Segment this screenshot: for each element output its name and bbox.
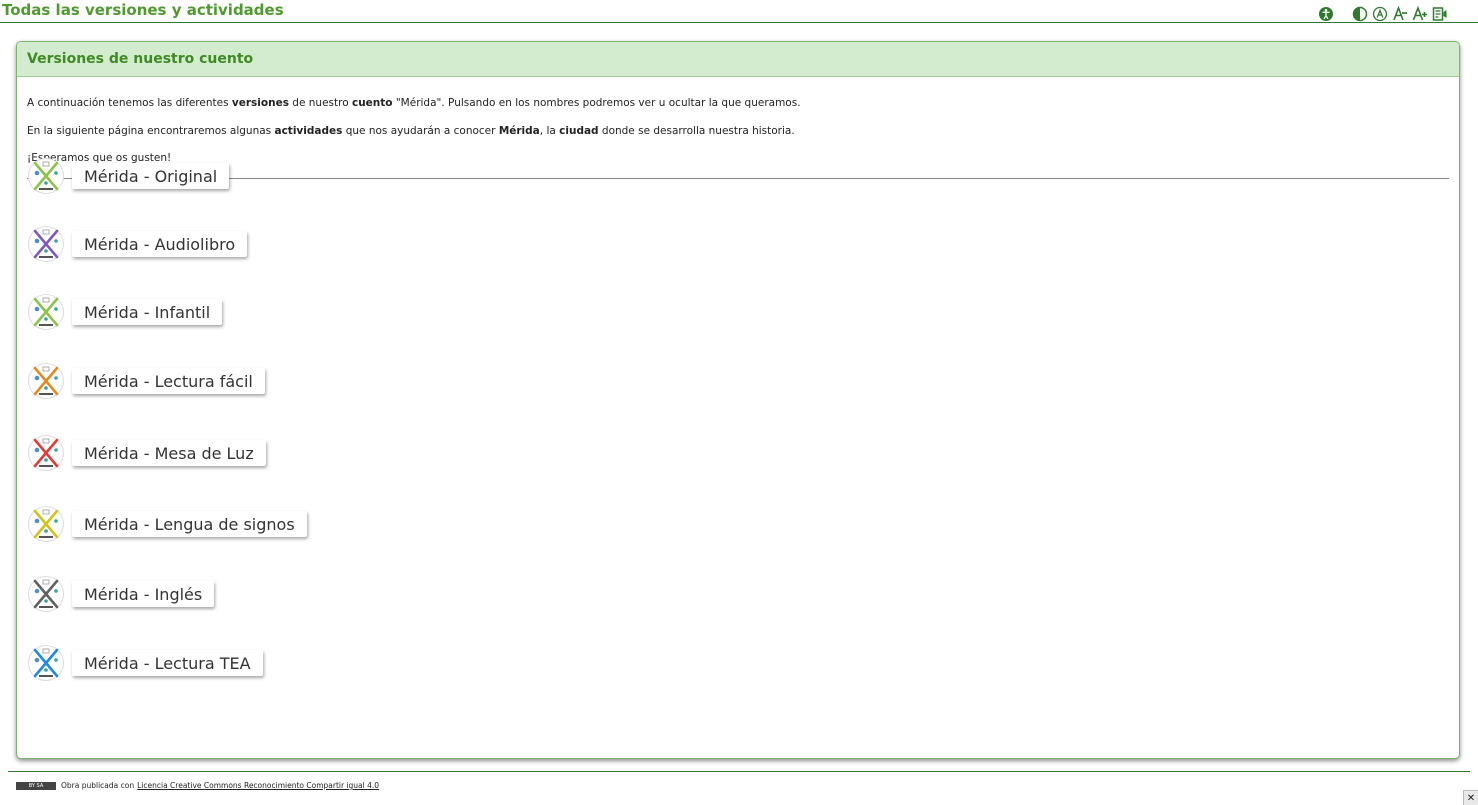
close-icon[interactable]: ✕ xyxy=(1463,790,1478,805)
version-item: Mérida - Mesa de Luz xyxy=(27,434,266,472)
version-button[interactable]: Mérida - Mesa de Luz xyxy=(72,440,266,466)
intro-text-fragment: A continuación tenemos las diferentes xyxy=(27,97,232,109)
read-aloud-icon[interactable] xyxy=(1432,6,1448,22)
version-logo-icon xyxy=(27,575,65,613)
license-link[interactable]: Licencia Creative Commons Reconocimiento… xyxy=(137,781,379,790)
version-button[interactable]: Mérida - Lectura TEA xyxy=(72,650,263,676)
intro-text-fragment: donde se desarrolla nuestra historia. xyxy=(598,125,795,137)
version-button[interactable]: Mérida - Original xyxy=(72,163,230,189)
version-item: Mérida - Infantil xyxy=(27,293,223,331)
intro-paragraph-closing: ¡Esperamos que os gusten! xyxy=(27,152,172,164)
intro-text-fragment: , la xyxy=(539,125,560,137)
divider xyxy=(27,178,1449,179)
version-item: Mérida - Lectura fácil xyxy=(27,362,265,400)
version-logo-icon xyxy=(27,434,65,472)
version-item: Mérida - Audiolibro xyxy=(27,225,248,263)
version-logo-icon xyxy=(27,157,65,195)
footer-text: Obra publicada con xyxy=(61,781,135,790)
version-button[interactable]: Mérida - Lengua de signos xyxy=(72,511,307,537)
intro-bold-versiones: versiones xyxy=(231,97,289,109)
font-decrease-icon[interactable] xyxy=(1392,6,1408,22)
footer-license: BY SA Obra publicada con Licencia Creati… xyxy=(16,781,379,790)
intro-text-fragment: que nos ayudarán a conocer xyxy=(342,125,499,137)
version-button[interactable]: Mérida - Infantil xyxy=(72,299,223,325)
intro-bold-ciudad: ciudad xyxy=(559,125,599,137)
contrast-icon[interactable] xyxy=(1352,6,1368,22)
version-item: Mérida - Inglés xyxy=(27,575,215,613)
version-logo-icon xyxy=(27,505,65,543)
accessibility-icon[interactable] xyxy=(1318,6,1334,22)
version-button[interactable]: Mérida - Inglés xyxy=(72,581,215,607)
intro-bold-merida: Mérida xyxy=(498,125,540,137)
versions-panel: Versiones de nuestro cuento A continuaci… xyxy=(16,41,1460,759)
panel-title: Versiones de nuestro cuento xyxy=(27,51,254,67)
intro-bold-actividades: actividades xyxy=(274,125,343,137)
version-item: Mérida - Lectura TEA xyxy=(27,644,263,682)
intro-text: A continuación tenemos las diferentes ve… xyxy=(17,77,1459,165)
panel-header: Versiones de nuestro cuento xyxy=(17,42,1459,77)
version-logo-icon xyxy=(27,644,65,682)
intro-text-fragment: de nuestro xyxy=(288,97,352,109)
font-type-icon[interactable] xyxy=(1372,6,1388,22)
version-button[interactable]: Mérida - Lectura fácil xyxy=(72,368,265,394)
version-logo-icon xyxy=(27,225,65,263)
accessibility-toolbar xyxy=(1318,5,1448,23)
intro-paragraph-activities: En la siguiente página encontraremos alg… xyxy=(27,110,1449,138)
font-increase-icon[interactable] xyxy=(1412,6,1428,22)
version-logo-icon xyxy=(27,293,65,331)
cc-badge-icon[interactable]: BY SA xyxy=(16,781,56,790)
intro-text-fragment: En la siguiente página encontraremos alg… xyxy=(27,125,275,137)
intro-paragraph-versions: A continuación tenemos las diferentes ve… xyxy=(27,77,1449,110)
intro-bold-cuento: cuento xyxy=(351,97,393,109)
top-bar: Todas las versiones y actividades xyxy=(0,0,1478,23)
page-title: Todas las versiones y actividades xyxy=(2,1,284,19)
version-logo-icon xyxy=(27,362,65,400)
version-item: Mérida - Lengua de signos xyxy=(27,505,307,543)
version-item: Mérida - Original xyxy=(27,157,230,195)
version-button[interactable]: Mérida - Audiolibro xyxy=(72,231,248,257)
intro-text-fragment: "Mérida". Pulsando en los nombres podrem… xyxy=(392,97,801,109)
footer: BY SA Obra publicada con Licencia Creati… xyxy=(8,771,1470,790)
